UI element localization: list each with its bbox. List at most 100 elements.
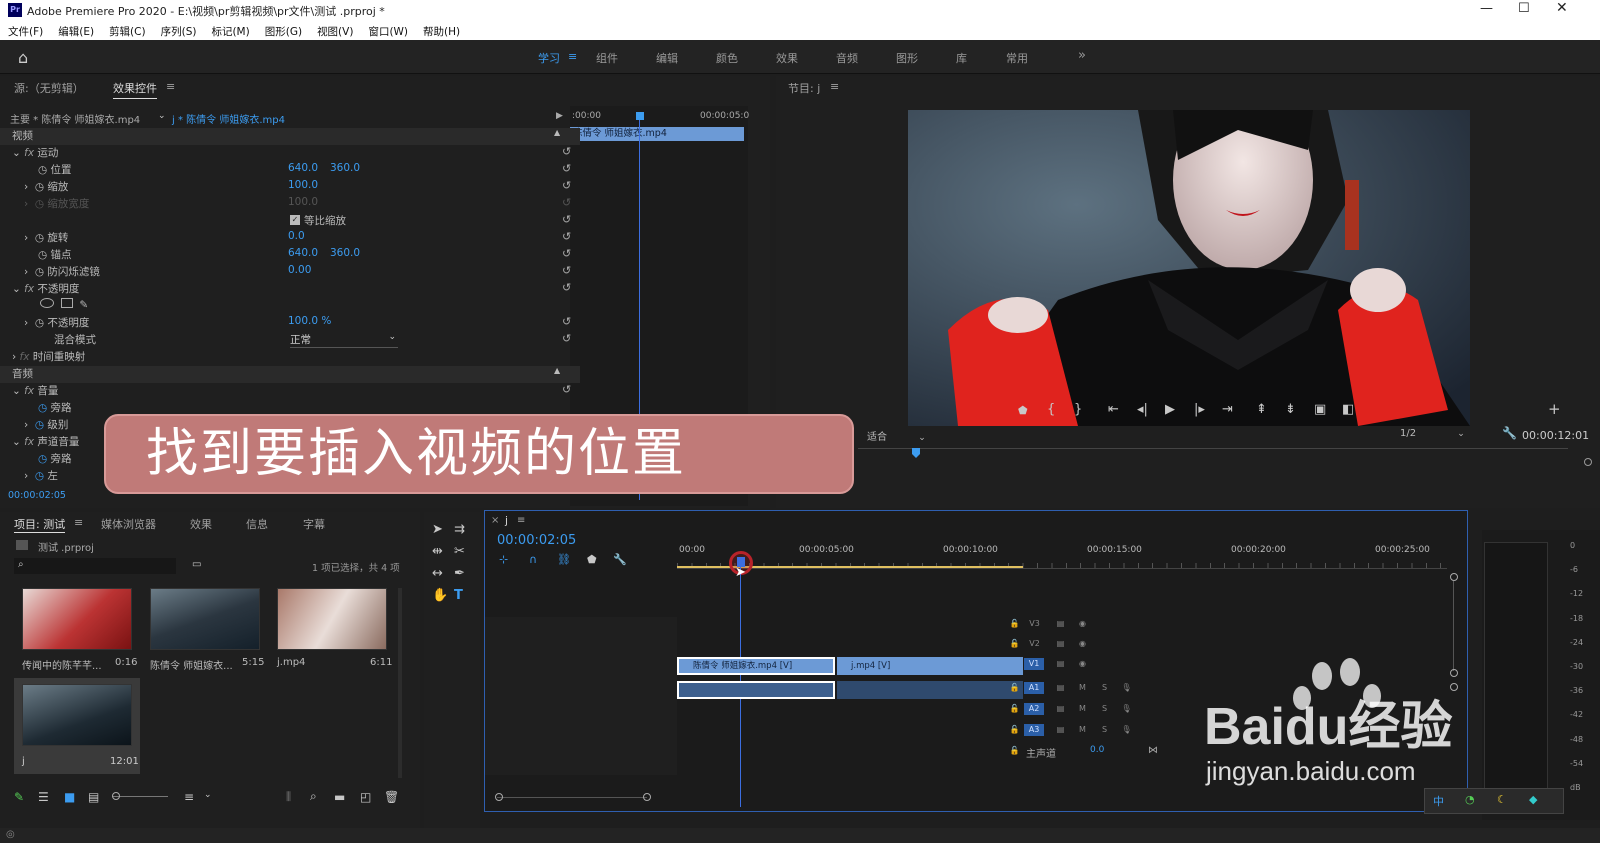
project-scrollbar[interactable] [398, 588, 402, 778]
tab-graphics[interactable]: 图形 [896, 50, 918, 66]
thumbnail-item-2[interactable] [150, 588, 260, 650]
sync-lock-icon[interactable]: ▤ [1054, 658, 1067, 670]
anchor-y[interactable]: 360.0 [330, 247, 360, 259]
automate-icon[interactable]: ⫼ [286, 790, 291, 804]
selected-sequence-item[interactable]: j 12:01 [14, 678, 140, 774]
stopwatch-icon[interactable]: ◷ [35, 317, 44, 329]
tab-audio[interactable]: 音频 [836, 50, 858, 66]
mark-in-icon[interactable]: { [1047, 402, 1055, 417]
thumbnail-item-1[interactable] [22, 588, 132, 650]
panel-menu-icon[interactable]: ≡ [830, 80, 839, 93]
opacity-value[interactable]: 100.0 % [288, 315, 331, 327]
mini-playhead-handle[interactable] [636, 112, 644, 120]
reset-icon[interactable]: ↺ [562, 213, 571, 226]
expand-icon[interactable]: › [24, 232, 28, 244]
tab-info[interactable]: 信息 [246, 516, 268, 532]
track-label[interactable]: A2 [1024, 703, 1044, 715]
position-x[interactable]: 640.0 [288, 162, 318, 174]
tab-learn[interactable]: 学习 [538, 50, 560, 66]
mic-icon[interactable]: 🎙 [1120, 703, 1133, 715]
timeline-tab[interactable]: j [505, 515, 508, 527]
menu-marker[interactable]: 标记(M) [211, 26, 249, 38]
tray-icon-4[interactable]: ◆ [1529, 793, 1537, 806]
menu-sequence[interactable]: 序列(S) [161, 26, 197, 38]
track-label[interactable]: A3 [1024, 724, 1044, 736]
icon-view-icon[interactable]: ■ [64, 790, 75, 804]
reset-icon[interactable]: ↺ [562, 230, 571, 243]
reset-icon[interactable]: ↺ [562, 247, 571, 260]
motion-row[interactable]: ⌄ fx 运动 ↺ [0, 145, 580, 162]
tab-source[interactable]: 源:（无剪辑） [14, 80, 84, 96]
clip-a1-1[interactable] [677, 681, 835, 699]
expand-icon[interactable]: › [24, 317, 28, 329]
lift-icon[interactable]: ⇞ [1256, 402, 1267, 417]
eye-icon[interactable]: ◉ [1076, 658, 1089, 670]
eye-icon[interactable]: ◉ [1076, 618, 1089, 630]
reset-icon[interactable]: ↺ [562, 315, 571, 328]
stopwatch-icon[interactable]: ◷ [35, 181, 44, 193]
track-label[interactable]: A1 [1024, 682, 1044, 694]
stopwatch-icon[interactable]: ◷ [35, 419, 44, 431]
zoom-slider[interactable] [112, 796, 168, 797]
linked-selection-icon[interactable]: ⛓ [557, 553, 571, 566]
expand-icon[interactable]: › [24, 419, 28, 431]
lock-icon[interactable]: 🔓 [1008, 638, 1021, 650]
expand-icon[interactable]: ⌄ [12, 283, 21, 295]
stopwatch-icon[interactable]: ◷ [38, 402, 47, 414]
razor-tool-icon[interactable]: ✂ [454, 544, 465, 559]
rect-mask-icon[interactable] [60, 298, 73, 308]
mute-button[interactable]: M [1076, 724, 1089, 736]
blend-mode-select[interactable]: 正常 ⌄ [290, 332, 398, 348]
chevron-down-icon[interactable]: ⌄ [1457, 429, 1465, 439]
vscroll-handle-top[interactable] [1450, 573, 1458, 581]
timeline-timecode[interactable]: 00:00:02:05 [497, 533, 576, 548]
new-bin-icon[interactable]: ▭ [192, 559, 201, 570]
snap-icon[interactable]: ∩ [529, 553, 537, 566]
hand-tool-icon[interactable]: ✋ [432, 588, 448, 603]
menu-view[interactable]: 视图(V) [317, 26, 353, 38]
nest-toggle-icon[interactable]: ⊹ [499, 553, 508, 566]
chevron-down-icon[interactable]: ⌄ [204, 790, 212, 800]
sync-lock-icon[interactable]: ▤ [1054, 682, 1067, 694]
track-label[interactable]: V3 [1028, 618, 1041, 630]
add-marker-icon[interactable]: ⬟ [1018, 404, 1028, 417]
fit-select[interactable]: 适合 ⌄ [867, 428, 926, 443]
comparison-view-icon[interactable]: ◧ [1342, 402, 1354, 417]
eye-icon[interactable]: ◉ [1076, 638, 1089, 650]
stopwatch-icon[interactable]: ◷ [38, 453, 47, 465]
zoom-slider-handle[interactable] [112, 792, 120, 800]
pen-tool-icon[interactable]: ✒ [454, 566, 465, 581]
reset-icon[interactable]: ↺ [562, 332, 571, 345]
mic-icon[interactable]: 🎙 [1120, 682, 1133, 694]
expand-icon[interactable]: ⌄ [12, 385, 21, 397]
maximize-icon[interactable]: ☐ [1518, 1, 1530, 16]
close-icon[interactable]: ✕ [1556, 0, 1568, 16]
reset-icon[interactable]: ↺ [562, 179, 571, 192]
lock-icon[interactable]: 🔓 [1008, 724, 1021, 736]
sync-lock-icon[interactable]: ▤ [1054, 724, 1067, 736]
chevron-down-icon[interactable]: ⌄ [918, 433, 926, 443]
expand-icon[interactable]: › [24, 181, 28, 193]
tab-media-browser[interactable]: 媒体浏览器 [101, 516, 156, 532]
expand-icon[interactable]: › [12, 351, 16, 363]
menu-help[interactable]: 帮助(H) [423, 26, 460, 38]
ellipse-mask-icon[interactable] [40, 298, 54, 308]
solo-button[interactable]: S [1098, 724, 1111, 736]
tab-effect-controls[interactable]: 效果控件 [113, 80, 157, 99]
checkbox-icon[interactable]: ✓ [290, 215, 300, 225]
tab-common[interactable]: 常用 [1006, 50, 1028, 66]
selection-tool-icon[interactable]: ➤ [432, 522, 443, 537]
menu-graphics[interactable]: 图形(G) [265, 26, 302, 38]
panel-menu-icon[interactable]: ≡ [517, 515, 525, 526]
step-back-icon[interactable]: ◂| [1137, 402, 1148, 417]
find-icon[interactable]: ⌕ [310, 789, 317, 804]
master-clip-select[interactable]: 主要 * 陈倩令 师姐嫁衣.mp4 [10, 111, 140, 126]
clip-v1-2[interactable]: j.mp4 [V] [837, 657, 1023, 675]
resolution-select[interactable]: 1/2 ⌄ [1400, 428, 1465, 439]
scale-value[interactable]: 100.0 [288, 179, 318, 191]
rotation-value[interactable]: 0.0 [288, 230, 305, 242]
go-to-out-icon[interactable]: ⇥ [1222, 402, 1233, 417]
opacity-group-row[interactable]: ⌄ fx 不透明度 ↺ [0, 281, 580, 298]
menu-clip[interactable]: 剪辑(C) [109, 26, 146, 38]
play-icon[interactable]: ▶ [1165, 402, 1175, 417]
